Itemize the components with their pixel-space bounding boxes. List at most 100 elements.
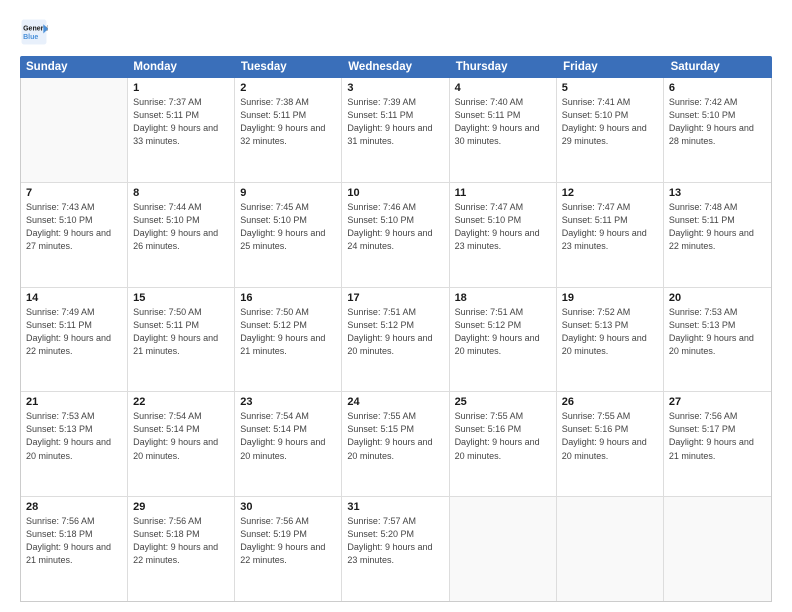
cell-info: Sunrise: 7:52 AMSunset: 5:13 PMDaylight:…	[562, 306, 658, 358]
calendar-cell-22: 22 Sunrise: 7:54 AMSunset: 5:14 PMDayligh…	[128, 392, 235, 496]
calendar-cell-10: 10 Sunrise: 7:46 AMSunset: 5:10 PMDayligh…	[342, 183, 449, 287]
calendar-cell-empty-0-0	[21, 78, 128, 182]
cell-info: Sunrise: 7:49 AMSunset: 5:11 PMDaylight:…	[26, 306, 122, 358]
calendar-cell-19: 19 Sunrise: 7:52 AMSunset: 5:13 PMDayligh…	[557, 288, 664, 392]
cell-day-number: 5	[562, 82, 658, 94]
cell-info: Sunrise: 7:43 AMSunset: 5:10 PMDaylight:…	[26, 201, 122, 253]
cell-info: Sunrise: 7:54 AMSunset: 5:14 PMDaylight:…	[240, 410, 336, 462]
cell-day-number: 21	[26, 396, 122, 408]
cell-info: Sunrise: 7:50 AMSunset: 5:11 PMDaylight:…	[133, 306, 229, 358]
cell-info: Sunrise: 7:41 AMSunset: 5:10 PMDaylight:…	[562, 96, 658, 148]
cell-info: Sunrise: 7:56 AMSunset: 5:18 PMDaylight:…	[133, 515, 229, 567]
calendar-cell-24: 24Sunrise: 7:55 AMSunset: 5:15 PMDayligh…	[342, 392, 449, 496]
cell-day-number: 4	[455, 82, 551, 94]
cell-day-number: 17	[347, 292, 443, 304]
cell-day-number: 23	[240, 396, 336, 408]
calendar-cell-31: 31 Sunrise: 7:57 AMSunset: 5:20 PMDayligh…	[342, 497, 449, 601]
calendar-cell-20: 20 Sunrise: 7:53 AMSunset: 5:13 PMDayligh…	[664, 288, 771, 392]
calendar-cell-23: 23 Sunrise: 7:54 AMSunset: 5:14 PMDayligh…	[235, 392, 342, 496]
cell-day-number: 27	[669, 396, 766, 408]
cell-day-number: 11	[455, 187, 551, 199]
calendar-cell-empty-4-5	[557, 497, 664, 601]
cell-info: Sunrise: 7:39 AMSunset: 5:11 PMDaylight:…	[347, 96, 443, 148]
cell-info: Sunrise: 7:47 AMSunset: 5:11 PMDaylight:…	[562, 201, 658, 253]
calendar-cell-empty-4-6	[664, 497, 771, 601]
calendar-cell-21: 21 Sunrise: 7:53 AMSunset: 5:13 PMDayligh…	[21, 392, 128, 496]
calendar-row-2: 14 Sunrise: 7:49 AMSunset: 5:11 PMDayligh…	[21, 288, 771, 393]
cell-day-number: 18	[455, 292, 551, 304]
cell-info: Sunrise: 7:46 AMSunset: 5:10 PMDaylight:…	[347, 201, 443, 253]
calendar-cell-28: 28 Sunrise: 7:56 AMSunset: 5:18 PMDayligh…	[21, 497, 128, 601]
cell-info: Sunrise: 7:57 AMSunset: 5:20 PMDaylight:…	[347, 515, 443, 567]
cell-info: Sunrise: 7:53 AMSunset: 5:13 PMDaylight:…	[669, 306, 766, 358]
calendar-cell-25: 25 Sunrise: 7:55 AMSunset: 5:16 PMDayligh…	[450, 392, 557, 496]
calendar-cell-6: 6 Sunrise: 7:42 AMSunset: 5:10 PMDaylight…	[664, 78, 771, 182]
cell-info: Sunrise: 7:44 AMSunset: 5:10 PMDaylight:…	[133, 201, 229, 253]
svg-text:Blue: Blue	[23, 34, 38, 41]
cell-info: Sunrise: 7:40 AMSunset: 5:11 PMDaylight:…	[455, 96, 551, 148]
cell-info: Sunrise: 7:56 AMSunset: 5:19 PMDaylight:…	[240, 515, 336, 567]
cell-info: Sunrise: 7:47 AMSunset: 5:10 PMDaylight:…	[455, 201, 551, 253]
cell-day-number: 10	[347, 187, 443, 199]
cell-info: Sunrise: 7:53 AMSunset: 5:13 PMDaylight:…	[26, 410, 122, 462]
calendar-cell-15: 15 Sunrise: 7:50 AMSunset: 5:11 PMDayligh…	[128, 288, 235, 392]
cell-info: Sunrise: 7:50 AMSunset: 5:12 PMDaylight:…	[240, 306, 336, 358]
cell-day-number: 25	[455, 396, 551, 408]
calendar-cell-11: 11 Sunrise: 7:47 AMSunset: 5:10 PMDayligh…	[450, 183, 557, 287]
calendar-cell-18: 18Sunrise: 7:51 AMSunset: 5:12 PMDayligh…	[450, 288, 557, 392]
calendar-cell-29: 29 Sunrise: 7:56 AMSunset: 5:18 PMDayligh…	[128, 497, 235, 601]
cell-day-number: 13	[669, 187, 766, 199]
calendar-row-0: 1Sunrise: 7:37 AMSunset: 5:11 PMDaylight…	[21, 78, 771, 183]
cell-info: Sunrise: 7:55 AMSunset: 5:15 PMDaylight:…	[347, 410, 443, 462]
calendar-cell-14: 14 Sunrise: 7:49 AMSunset: 5:11 PMDayligh…	[21, 288, 128, 392]
cell-day-number: 16	[240, 292, 336, 304]
calendar-row-4: 28 Sunrise: 7:56 AMSunset: 5:18 PMDayligh…	[21, 497, 771, 601]
calendar-cell-empty-4-4	[450, 497, 557, 601]
cell-day-number: 15	[133, 292, 229, 304]
header-day-tuesday: Tuesday	[235, 56, 342, 78]
cell-day-number: 22	[133, 396, 229, 408]
calendar-cell-1: 1Sunrise: 7:37 AMSunset: 5:11 PMDaylight…	[128, 78, 235, 182]
calendar-cell-4: 4 Sunrise: 7:40 AMSunset: 5:11 PMDaylight…	[450, 78, 557, 182]
logo: General Blue	[20, 18, 52, 46]
page: General Blue SundayMondayTuesdayWednesda…	[0, 0, 792, 612]
cell-day-number: 19	[562, 292, 658, 304]
cell-info: Sunrise: 7:48 AMSunset: 5:11 PMDaylight:…	[669, 201, 766, 253]
cell-day-number: 30	[240, 501, 336, 513]
header-day-monday: Monday	[127, 56, 234, 78]
cell-day-number: 28	[26, 501, 122, 513]
logo-icon: General Blue	[20, 18, 48, 46]
cell-day-number: 9	[240, 187, 336, 199]
cell-info: Sunrise: 7:51 AMSunset: 5:12 PMDaylight:…	[347, 306, 443, 358]
calendar-cell-7: 7 Sunrise: 7:43 AMSunset: 5:10 PMDaylight…	[21, 183, 128, 287]
header-day-friday: Friday	[557, 56, 664, 78]
cell-info: Sunrise: 7:42 AMSunset: 5:10 PMDaylight:…	[669, 96, 766, 148]
cell-day-number: 26	[562, 396, 658, 408]
calendar-cell-26: 26 Sunrise: 7:55 AMSunset: 5:16 PMDayligh…	[557, 392, 664, 496]
cell-info: Sunrise: 7:56 AMSunset: 5:18 PMDaylight:…	[26, 515, 122, 567]
calendar-row-3: 21 Sunrise: 7:53 AMSunset: 5:13 PMDayligh…	[21, 392, 771, 497]
calendar-cell-2: 2Sunrise: 7:38 AMSunset: 5:11 PMDaylight…	[235, 78, 342, 182]
calendar-cell-12: 12Sunrise: 7:47 AMSunset: 5:11 PMDayligh…	[557, 183, 664, 287]
cell-day-number: 6	[669, 82, 766, 94]
cell-day-number: 2	[240, 82, 336, 94]
cell-info: Sunrise: 7:54 AMSunset: 5:14 PMDaylight:…	[133, 410, 229, 462]
header-day-sunday: Sunday	[20, 56, 127, 78]
calendar-cell-13: 13 Sunrise: 7:48 AMSunset: 5:11 PMDayligh…	[664, 183, 771, 287]
cell-day-number: 14	[26, 292, 122, 304]
cell-day-number: 8	[133, 187, 229, 199]
cell-day-number: 31	[347, 501, 443, 513]
cell-day-number: 1	[133, 82, 229, 94]
cell-day-number: 20	[669, 292, 766, 304]
cell-info: Sunrise: 7:55 AMSunset: 5:16 PMDaylight:…	[562, 410, 658, 462]
cell-day-number: 7	[26, 187, 122, 199]
calendar-cell-5: 5 Sunrise: 7:41 AMSunset: 5:10 PMDaylight…	[557, 78, 664, 182]
cell-day-number: 3	[347, 82, 443, 94]
header-day-wednesday: Wednesday	[342, 56, 449, 78]
calendar-cell-27: 27Sunrise: 7:56 AMSunset: 5:17 PMDayligh…	[664, 392, 771, 496]
calendar-cell-16: 16 Sunrise: 7:50 AMSunset: 5:12 PMDayligh…	[235, 288, 342, 392]
header-day-saturday: Saturday	[665, 56, 772, 78]
cell-info: Sunrise: 7:55 AMSunset: 5:16 PMDaylight:…	[455, 410, 551, 462]
cell-day-number: 29	[133, 501, 229, 513]
calendar-cell-8: 8 Sunrise: 7:44 AMSunset: 5:10 PMDaylight…	[128, 183, 235, 287]
